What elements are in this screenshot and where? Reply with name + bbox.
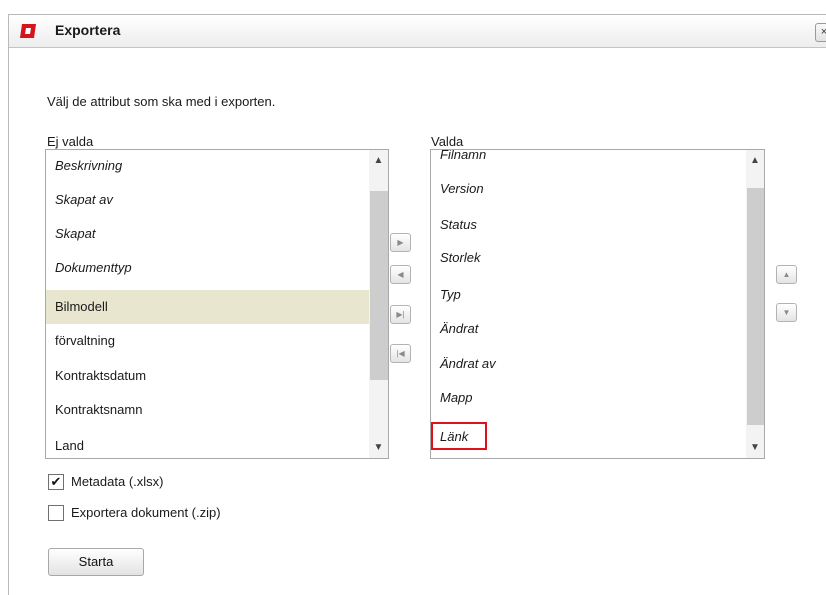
list-item[interactable]: Filnamn [431, 150, 746, 172]
move-up-button[interactable]: ▲ [776, 265, 797, 284]
list-item[interactable]: Beskrivning [46, 150, 369, 183]
checkmark-icon: ✔ [50, 474, 62, 489]
metadata-checkbox[interactable]: ✔ [48, 474, 64, 490]
add-all-button[interactable]: ▶| [390, 305, 411, 324]
list-item[interactable]: Bilmodell [46, 290, 369, 324]
list-item[interactable]: Mapp [431, 381, 746, 415]
list-item[interactable]: Storlek [431, 241, 746, 275]
list-item[interactable]: Skapat [46, 217, 369, 251]
list-item[interactable]: förvaltning [46, 324, 369, 358]
move-down-button[interactable]: ▼ [776, 303, 797, 322]
scroll-up-icon[interactable]: ▲ [369, 152, 388, 169]
arrow-left-end-icon: |◀ [396, 349, 405, 358]
selected-scrollbar[interactable]: ▲ ▼ [746, 150, 764, 458]
list-item[interactable]: Status [431, 208, 746, 242]
unselected-listbox[interactable]: Beskrivning Skapat av Skapat Dokumenttyp… [45, 149, 389, 459]
list-item[interactable]: Länk [431, 422, 487, 450]
export-documents-checkbox[interactable] [48, 505, 64, 521]
selected-listbox[interactable]: Filnamn Version Status Storlek Typ Ändra… [430, 149, 765, 459]
title-bar: Exportera × [9, 15, 826, 48]
remove-all-button[interactable]: |◀ [390, 344, 411, 363]
add-button[interactable]: ▶ [390, 233, 411, 252]
list-item[interactable]: Ändrat [431, 312, 746, 346]
arrow-left-icon: ◀ [397, 270, 404, 279]
unselected-scrollbar[interactable]: ▲ ▼ [369, 150, 388, 458]
arrow-right-icon: ▶ [397, 238, 404, 247]
arrow-up-icon: ▲ [782, 270, 791, 279]
scroll-down-icon[interactable]: ▼ [369, 439, 388, 456]
list-item[interactable]: Typ [431, 278, 746, 312]
list-item[interactable]: Land [46, 429, 369, 458]
list-item[interactable]: Kontraktsdatum [46, 359, 369, 393]
dialog-title: Exportera [55, 22, 121, 38]
instruction-text: Välj de attribut som ska med i exporten. [47, 94, 276, 109]
selected-list-label: Valda [431, 134, 464, 149]
export-dialog: Exportera × Välj de attribut som ska med… [8, 14, 826, 595]
unselected-list-label: Ej valda [47, 134, 94, 149]
scroll-up-icon[interactable]: ▲ [746, 152, 764, 169]
arrow-down-icon: ▼ [782, 308, 791, 317]
start-button[interactable]: Starta [48, 548, 144, 576]
selected-items: Filnamn Version Status Storlek Typ Ändra… [431, 150, 746, 458]
close-button[interactable]: × [815, 23, 826, 42]
list-item[interactable]: Version [431, 172, 746, 206]
scroll-thumb[interactable] [747, 188, 764, 425]
list-item[interactable]: Ändrat av [431, 347, 746, 381]
list-item[interactable]: Kontraktsnamn [46, 393, 369, 427]
unselected-items: Beskrivning Skapat av Skapat Dokumenttyp… [46, 150, 369, 458]
arrow-right-end-icon: ▶| [396, 310, 405, 319]
close-icon: × [821, 26, 826, 38]
app-logo-icon [20, 24, 36, 38]
metadata-checkbox-label: Metadata (.xlsx) [71, 474, 164, 489]
export-documents-checkbox-label: Exportera dokument (.zip) [71, 505, 221, 520]
scroll-thumb[interactable] [370, 191, 388, 380]
list-item[interactable]: Dokumenttyp [46, 251, 369, 285]
remove-button[interactable]: ◀ [390, 265, 411, 284]
scroll-down-icon[interactable]: ▼ [746, 439, 764, 456]
list-item[interactable]: Skapat av [46, 183, 369, 217]
